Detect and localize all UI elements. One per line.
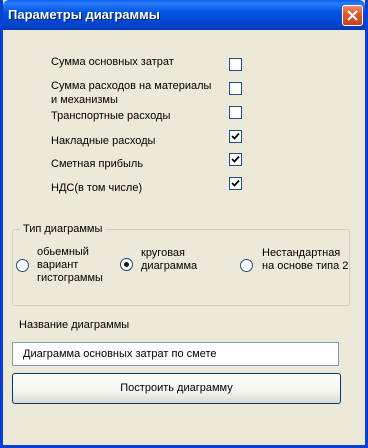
checkmark-icon: [231, 179, 240, 187]
checkbox-transport[interactable]: [229, 106, 242, 119]
build-chart-button[interactable]: Построить диаграмму: [12, 373, 341, 404]
radio-label-custom-chart: Нестандартная на основе типа 2: [262, 247, 349, 272]
checkbox-vat[interactable]: [229, 177, 242, 190]
checkbox-label-overhead: Накладные расходы: [51, 135, 156, 147]
checkmark-icon: [231, 132, 240, 140]
radio-selected-dot: [124, 262, 129, 267]
checkbox-overhead[interactable]: [229, 130, 242, 143]
chart-type-group-title: Тип диаграммы: [20, 222, 106, 236]
checkbox-label-profit: Сметная прибыль: [51, 158, 144, 170]
checkbox-label-materials: Сумма расходов на материалы и механизмы: [51, 80, 212, 106]
chart-name-input[interactable]: Диаграмма основных затрат по смете: [12, 342, 339, 366]
close-button[interactable]: [342, 5, 363, 26]
close-icon: [347, 10, 358, 21]
window-title: Параметры диаграммы: [8, 7, 160, 22]
checkbox-main-costs[interactable]: [229, 58, 242, 71]
radio-custom-chart[interactable]: [240, 259, 253, 272]
checkbox-label-main-costs: Сумма основных затрат: [51, 56, 174, 68]
title-bar[interactable]: Параметры диаграммы: [3, 0, 365, 30]
radio-pie-chart[interactable]: [120, 258, 133, 271]
radio-label-pie-chart: круговая диаграмма: [141, 247, 198, 272]
checkbox-label-vat: НДС(в том числе): [51, 182, 143, 194]
checkbox-profit[interactable]: [229, 153, 242, 166]
checkbox-label-transport: Транспортные расходы: [51, 110, 171, 122]
radio-label-3d-histogram: обьемный вариант гистограммы: [37, 246, 103, 284]
radio-3d-histogram[interactable]: [16, 259, 29, 272]
checkmark-icon: [231, 155, 240, 163]
chart-name-label: Название диаграммы: [19, 319, 130, 331]
checkbox-materials[interactable]: [229, 82, 242, 95]
